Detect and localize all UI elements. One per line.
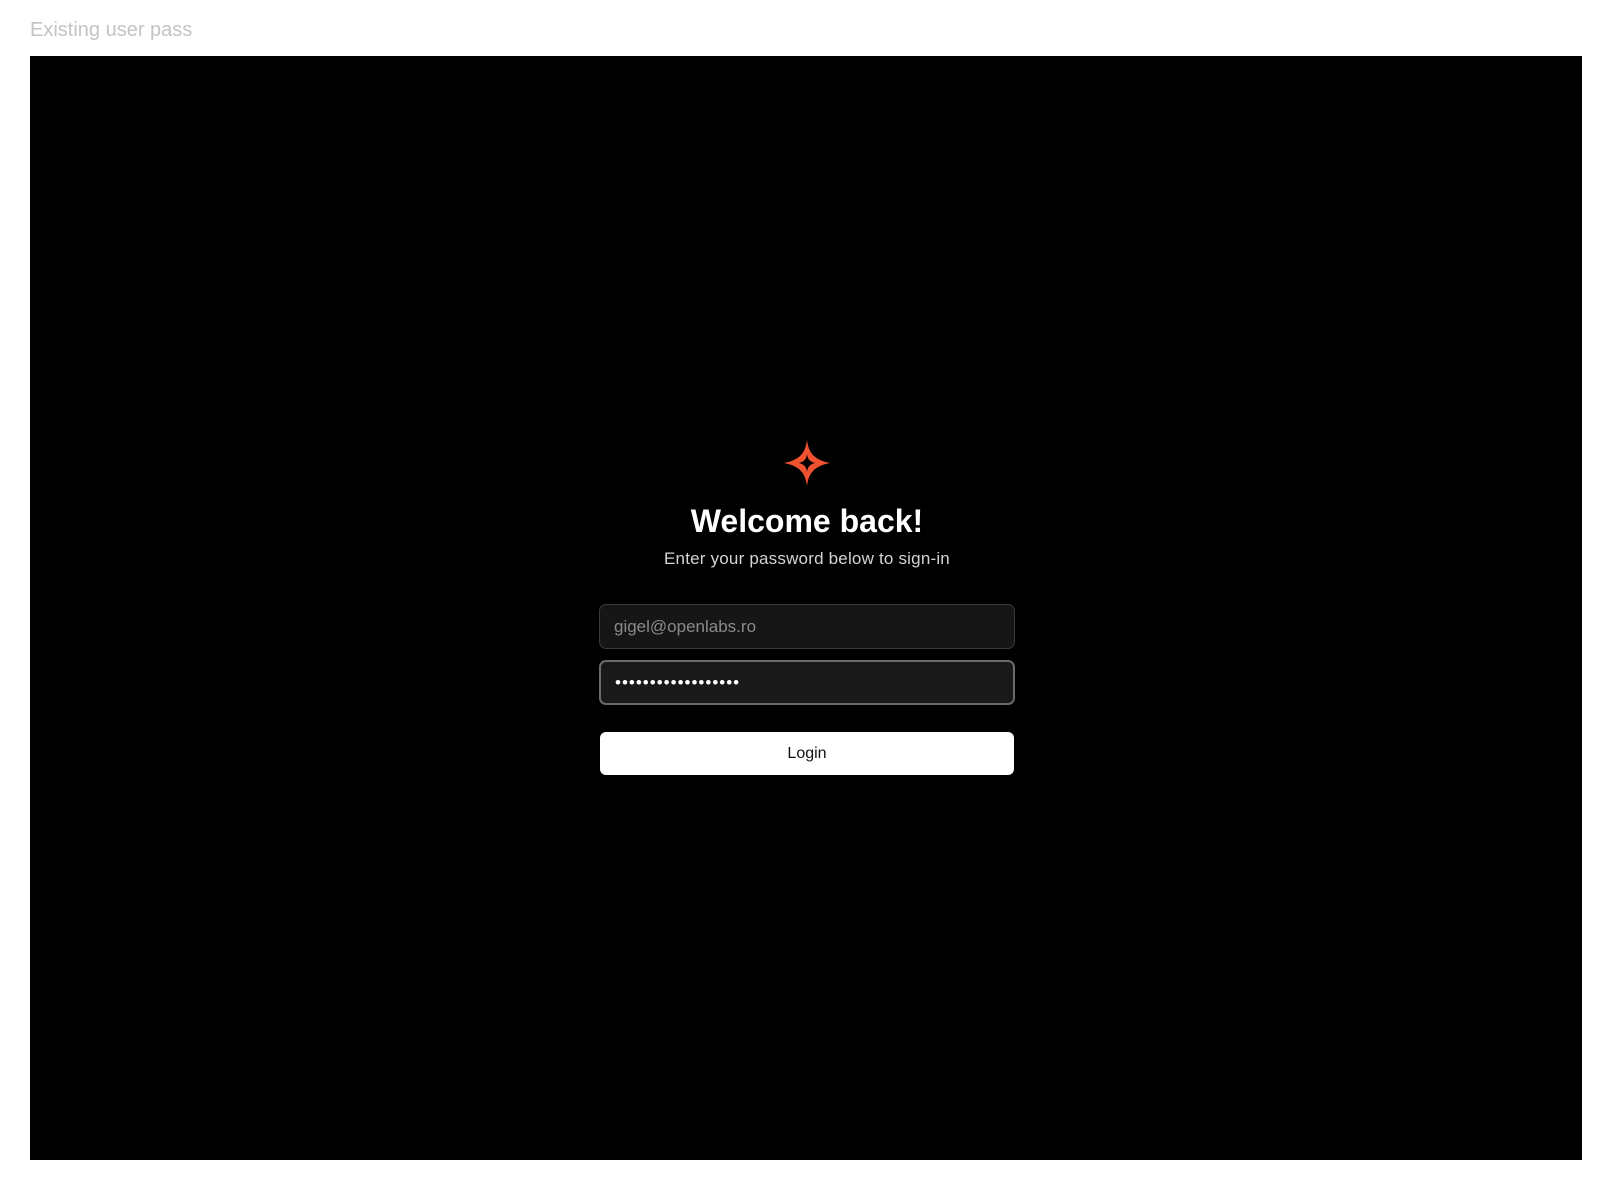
password-field[interactable] bbox=[599, 660, 1015, 705]
page-title: Welcome back! bbox=[690, 503, 924, 539]
frame-label: Existing user pass bbox=[30, 19, 193, 41]
page-subtitle: Enter your password below to sign-in bbox=[664, 549, 950, 568]
sparkle-star-icon bbox=[784, 440, 830, 486]
login-card: Welcome back! Enter your password below … bbox=[599, 440, 1015, 775]
app-screen: Welcome back! Enter your password below … bbox=[30, 56, 1582, 1160]
email-field[interactable] bbox=[599, 604, 1015, 649]
login-button[interactable]: Login bbox=[600, 732, 1014, 775]
